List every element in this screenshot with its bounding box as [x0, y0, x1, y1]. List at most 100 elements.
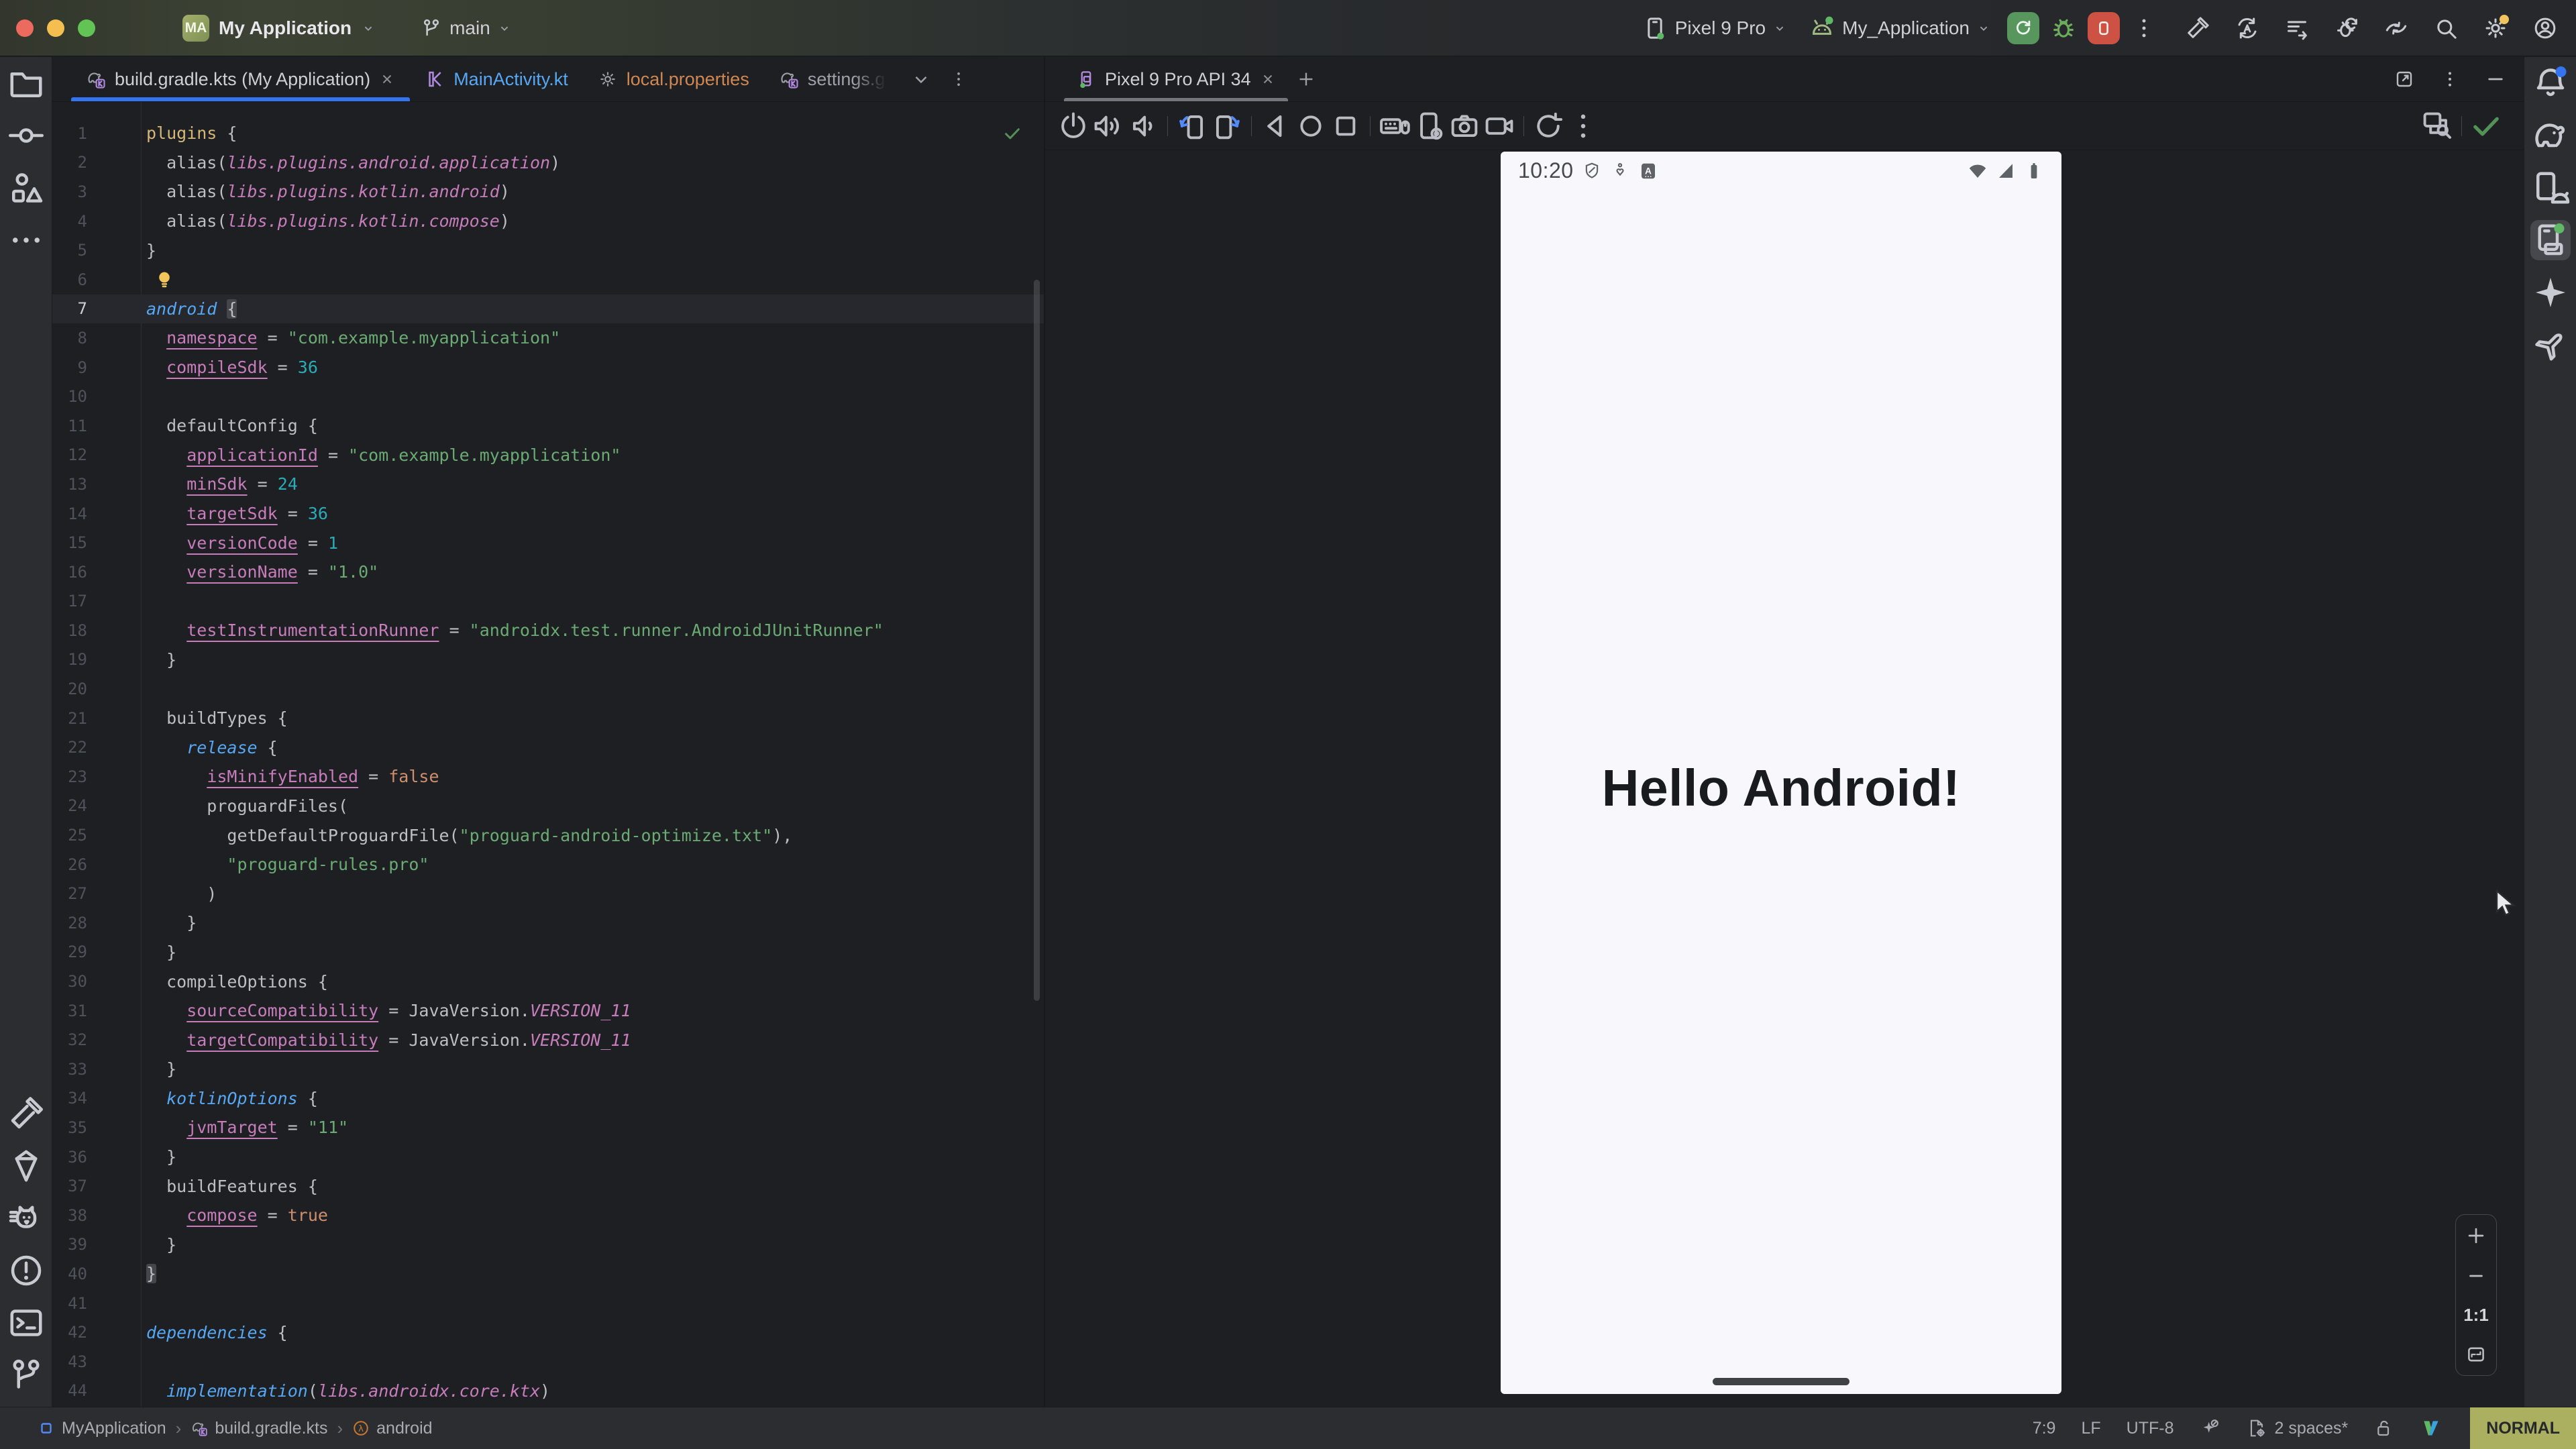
- structure-icon[interactable]: [6, 168, 46, 208]
- code-line-32[interactable]: 32 targetCompatibility = JavaVersion.VER…: [52, 1025, 1044, 1055]
- code-line-40[interactable]: 40}: [52, 1259, 1044, 1289]
- code-line-7[interactable]: 7android {: [52, 294, 1044, 324]
- hide-panel-icon[interactable]: [2485, 68, 2506, 90]
- device-manager-icon[interactable]: [2530, 168, 2571, 208]
- zoom-out-icon[interactable]: [2465, 1265, 2487, 1287]
- volume-down-icon[interactable]: [1126, 109, 1161, 144]
- code-line-27[interactable]: 27 ): [52, 879, 1044, 908]
- code-line-33[interactable]: 33 }: [52, 1055, 1044, 1084]
- breadcrumb-module[interactable]: MyApplication: [38, 1419, 166, 1438]
- code-line-13[interactable]: 13 minSdk = 24: [52, 470, 1044, 499]
- more-icon[interactable]: [6, 220, 46, 260]
- open-in-window-icon[interactable]: [2394, 68, 2415, 90]
- code-line-35[interactable]: 35 jvmTarget = "11": [52, 1113, 1044, 1142]
- code-line-1[interactable]: 1plugins {: [52, 119, 1044, 148]
- code-line-44[interactable]: 44 implementation(libs.androidx.core.ktx…: [52, 1377, 1044, 1406]
- zoom-in-icon[interactable]: [2465, 1224, 2487, 1247]
- code-line-9[interactable]: 9 compileSdk = 36: [52, 353, 1044, 382]
- code-line-22[interactable]: 22 release {: [52, 733, 1044, 762]
- ui-check-icon[interactable]: [2469, 109, 2504, 144]
- profiler-icon[interactable]: [2383, 15, 2410, 42]
- line-separator-widget[interactable]: LF: [2081, 1419, 2100, 1438]
- code-line-10[interactable]: 10: [52, 382, 1044, 411]
- power-icon[interactable]: [1056, 109, 1091, 144]
- tab-build-gradle[interactable]: build.gradle.kts (My Application): [71, 57, 410, 101]
- rotate-left-icon[interactable]: [1175, 109, 1210, 144]
- code-line-4[interactable]: 4 alias(libs.plugins.kotlin.compose): [52, 207, 1044, 236]
- zoom-actual-size[interactable]: 1:1: [2463, 1305, 2489, 1326]
- gesture-navigation-bar[interactable]: [1713, 1378, 1849, 1385]
- code-line-38[interactable]: 38 compose = true: [52, 1201, 1044, 1230]
- problems-icon[interactable]: [6, 1250, 46, 1291]
- intention-bulb-icon[interactable]: [87, 265, 146, 294]
- more-vertical-icon[interactable]: [949, 69, 969, 89]
- notifications-bell-icon[interactable]: [2530, 63, 2571, 103]
- lock-open-icon[interactable]: [2373, 1417, 2395, 1439]
- search-icon[interactable]: [2432, 15, 2459, 42]
- build-icon[interactable]: [2184, 15, 2211, 42]
- tab-mainactivity[interactable]: MainActivity.kt: [410, 57, 583, 101]
- tab-local-properties[interactable]: local.properties: [583, 57, 764, 101]
- editor-scrollbar[interactable]: [1034, 280, 1040, 1001]
- project-widget[interactable]: MA My Application: [182, 15, 376, 42]
- account-icon[interactable]: [2532, 15, 2559, 42]
- build-hammer-icon[interactable]: [6, 1093, 46, 1134]
- code-line-6[interactable]: 6: [52, 265, 1044, 294]
- more-run-actions-icon[interactable]: [2131, 15, 2157, 42]
- code-line-25[interactable]: 25 getDefaultProguardFile("proguard-andr…: [52, 820, 1044, 850]
- code-line-17[interactable]: 17: [52, 587, 1044, 616]
- run-configuration-selector[interactable]: My_Application: [1803, 15, 1996, 42]
- overview-icon[interactable]: [1328, 109, 1363, 144]
- minimize-window-button[interactable]: [47, 19, 64, 37]
- inspections-passed-icon[interactable]: [1002, 123, 1022, 144]
- rerun-button[interactable]: [2007, 12, 2039, 44]
- code-line-31[interactable]: 31 sourceCompatibility = JavaVersion.VER…: [52, 996, 1044, 1026]
- code-line-29[interactable]: 29 }: [52, 938, 1044, 967]
- more-vertical-icon[interactable]: [1566, 109, 1601, 144]
- rotate-right-icon[interactable]: [1210, 109, 1244, 144]
- device-screen[interactable]: 10:20 A Hello Android!: [1501, 152, 2061, 1394]
- gradle-elephant-icon[interactable]: [2530, 115, 2571, 156]
- code-line-41[interactable]: 41: [52, 1289, 1044, 1318]
- code-line-11[interactable]: 11 defaultConfig {: [52, 411, 1044, 441]
- vim-mode-badge[interactable]: NORMAL: [2470, 1407, 2576, 1449]
- hardware-input-icon[interactable]: [1377, 109, 1412, 144]
- indent-widget[interactable]: 2 spaces*: [2246, 1417, 2348, 1439]
- code-line-20[interactable]: 20: [52, 674, 1044, 704]
- code-line-21[interactable]: 21 buildTypes {: [52, 704, 1044, 733]
- stop-button[interactable]: [2088, 12, 2120, 44]
- more-vertical-icon[interactable]: [2439, 68, 2461, 90]
- apply-changes-icon[interactable]: [2333, 15, 2360, 42]
- sync-icon[interactable]: [2234, 15, 2261, 42]
- code-line-36[interactable]: 36 }: [52, 1142, 1044, 1172]
- code-line-28[interactable]: 28 }: [52, 908, 1044, 938]
- code-line-19[interactable]: 19 }: [52, 645, 1044, 675]
- code-line-26[interactable]: 26 "proguard-rules.pro": [52, 850, 1044, 879]
- code-line-23[interactable]: 23 isMinifyEnabled = false: [52, 762, 1044, 792]
- emulator-device-tab[interactable]: Pixel 9 Pro API 34: [1064, 57, 1288, 101]
- running-devices-icon[interactable]: [2530, 220, 2571, 260]
- screen-record-icon[interactable]: [1482, 109, 1517, 144]
- project-folder-icon[interactable]: [6, 63, 46, 103]
- device-selector[interactable]: Pixel 9 Pro: [1636, 15, 1792, 42]
- snapshot-restore-icon[interactable]: [1531, 109, 1566, 144]
- caret-position-widget[interactable]: 7:9: [2033, 1419, 2056, 1438]
- close-icon[interactable]: [379, 71, 395, 87]
- logcat-cat-icon[interactable]: [6, 1198, 46, 1238]
- device-settings-icon[interactable]: [1412, 109, 1447, 144]
- gemini-sparkle-icon[interactable]: [2530, 272, 2571, 313]
- back-icon[interactable]: [1258, 109, 1293, 144]
- ideavim-icon[interactable]: [2420, 1417, 2442, 1439]
- breadcrumb-element[interactable]: λ android: [352, 1419, 432, 1438]
- code-line-14[interactable]: 14 targetSdk = 36: [52, 499, 1044, 529]
- code-line-12[interactable]: 12 applicationId = "com.example.myapplic…: [52, 441, 1044, 470]
- code-line-37[interactable]: 37 buildFeatures {: [52, 1171, 1044, 1201]
- code-line-30[interactable]: 30 compileOptions {: [52, 967, 1044, 996]
- add-device-tab-icon[interactable]: [1288, 57, 1324, 101]
- device-stream-icon[interactable]: [2284, 15, 2310, 42]
- zoom-to-fit-icon[interactable]: [2465, 1343, 2487, 1366]
- chevron-down-icon[interactable]: [911, 69, 931, 89]
- code-line-15[interactable]: 15 versionCode = 1: [52, 528, 1044, 557]
- tab-settings-gradle[interactable]: settings.g: [764, 57, 902, 101]
- code-line-2[interactable]: 2 alias(libs.plugins.android.application…: [52, 148, 1044, 178]
